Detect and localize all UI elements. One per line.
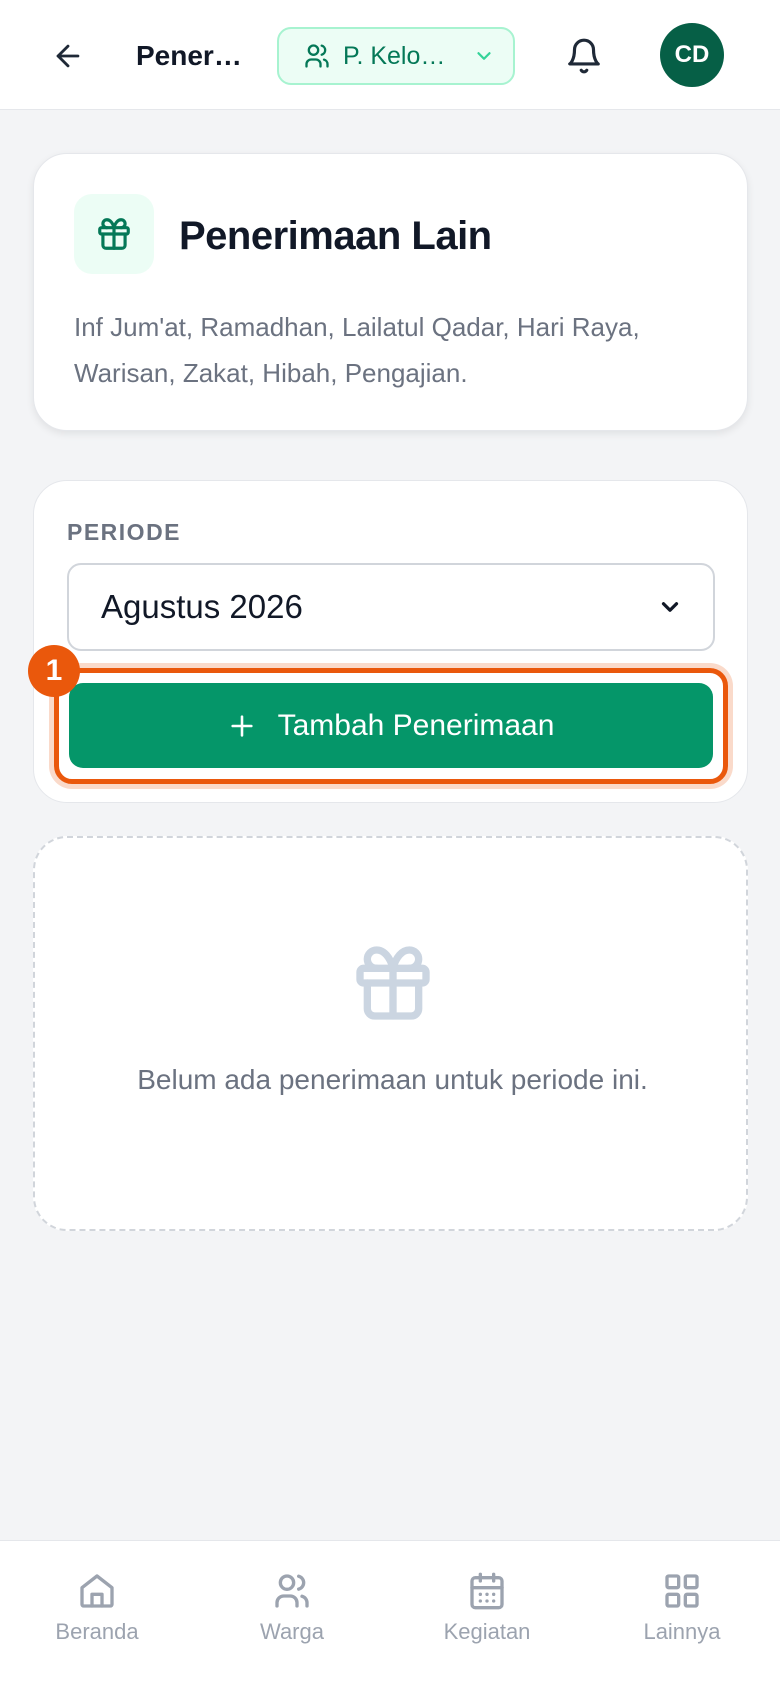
gift-icon xyxy=(348,938,438,1028)
empty-state-message: Belum ada penerimaan untuk periode ini. xyxy=(137,1064,648,1095)
add-receipt-button[interactable]: Tambah Penerimaan xyxy=(69,683,713,768)
users-icon xyxy=(272,1571,312,1611)
add-button-wrapper: Tambah Penerimaan xyxy=(54,668,728,784)
bell-icon xyxy=(568,38,600,74)
arrow-left-icon xyxy=(56,44,80,68)
chevron-down-icon xyxy=(657,594,683,620)
nav-item-kegiatan[interactable]: Kegiatan xyxy=(412,1571,562,1661)
users-icon xyxy=(303,42,331,70)
gift-icon xyxy=(98,218,130,250)
period-selected-value: Agustus 2026 xyxy=(101,588,303,625)
chevron-down-icon xyxy=(473,45,495,67)
period-select[interactable]: Agustus 2026 xyxy=(67,563,715,651)
bottom-nav: Beranda Warga Kegiatan Lainnya xyxy=(0,1540,780,1688)
info-icon-box xyxy=(74,194,154,274)
nav-label: Lainnya xyxy=(643,1619,721,1644)
period-label: PERIODE xyxy=(67,519,182,545)
nav-item-beranda[interactable]: Beranda xyxy=(22,1571,172,1661)
info-card: Penerimaan Lain Inf Jum'at, Ramadhan, La… xyxy=(33,153,748,431)
page-title: Penerimaan Lain xyxy=(136,40,246,71)
avatar[interactable]: CD xyxy=(660,23,724,87)
period-card: PERIODE Agustus 2026 Tambah Penerimaan xyxy=(33,480,748,803)
step-badge: 1 xyxy=(28,645,80,697)
info-card-description: Inf Jum'at, Ramadhan, Lailatul Qadar, Ha… xyxy=(74,312,640,388)
add-receipt-label: Tambah Penerimaan xyxy=(277,708,555,742)
notifications-button[interactable] xyxy=(560,32,608,80)
nav-label: Beranda xyxy=(55,1619,139,1644)
plus-icon xyxy=(228,712,256,740)
grid-icon xyxy=(662,1571,702,1611)
nav-item-warga[interactable]: Warga xyxy=(217,1571,367,1661)
info-card-title: Penerimaan Lain xyxy=(179,214,492,258)
group-selector-label: P. Kelompok xyxy=(343,41,451,70)
nav-label: Warga xyxy=(260,1619,324,1644)
group-selector[interactable]: P. Kelompok xyxy=(277,27,515,85)
calendar-icon xyxy=(467,1571,507,1611)
nav-label: Kegiatan xyxy=(443,1619,531,1644)
app-header: Penerimaan Lain P. Kelompok CD xyxy=(0,0,780,110)
empty-state: Belum ada penerimaan untuk periode ini. xyxy=(33,836,748,1231)
nav-item-lainnya[interactable]: Lainnya xyxy=(607,1571,757,1661)
home-icon xyxy=(77,1571,117,1611)
back-button[interactable] xyxy=(44,30,92,82)
